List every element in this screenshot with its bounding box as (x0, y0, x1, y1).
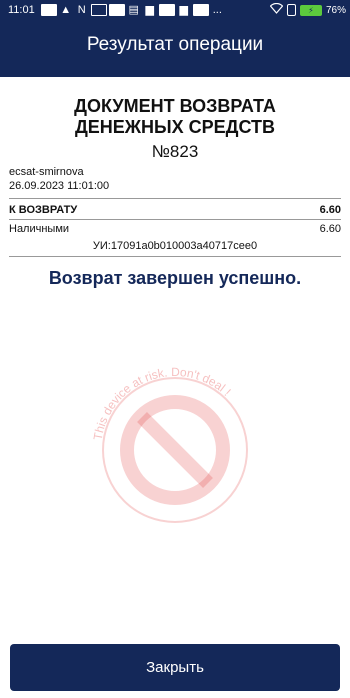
page-title: Результат операции (86, 34, 264, 55)
document-title-line-2: ДЕНЕЖНЫХ СРЕДСТВ (74, 117, 276, 137)
status-time: 11:01 (8, 4, 35, 16)
sim-icon (286, 4, 296, 16)
app-header: Результат операции (0, 20, 350, 77)
document-title: ДОКУМЕНТ ВОЗВРАТА ДЕНЕЖНЫХ СРЕДСТВ (0, 96, 350, 138)
message-icon (90, 4, 107, 16)
status-more: ... (212, 4, 222, 16)
refund-total-label: К ВОЗВРАТУ (9, 204, 78, 216)
risk-watermark: This device at risk. Don't deal ! (91, 365, 248, 523)
nfc-icon: N (77, 4, 86, 16)
payment-method-row: Наличными 6.60 (9, 223, 341, 235)
refund-total-value: 6.60 (319, 204, 341, 216)
image-icon: ▲ (60, 4, 72, 16)
notification-icon (192, 4, 209, 16)
document-uid: УИ:17091a0b010003a40717cee0 (92, 240, 258, 252)
printer-icon: ▆ (145, 4, 154, 16)
battery-icon: ⚡ (299, 4, 322, 16)
close-button[interactable]: Закрыть (10, 644, 340, 691)
document-datetime: 26.09.2023 11:01:00 (9, 180, 110, 192)
document-meta: ecsat-smirnova 26.09.2023 11:01:00 (9, 165, 109, 193)
notification-icon (108, 4, 125, 16)
payment-method-value: 6.60 (319, 223, 341, 235)
card-icon: ▤ (128, 4, 139, 16)
battery-percent: 76% (325, 4, 346, 16)
divider (9, 256, 341, 257)
result-message: Возврат завершен успешно. (48, 268, 302, 288)
wifi-icon (269, 2, 284, 17)
notification-icon (40, 4, 57, 16)
payment-method-label: Наличными (9, 223, 70, 235)
screen: 11:01 ▲ N ▤ ▆ ▆ ... ⚡ 76% Результат опер… (0, 0, 350, 698)
refund-total-row: К ВОЗВРАТУ 6.60 (9, 204, 341, 216)
status-bar: 11:01 ▲ N ▤ ▆ ▆ ... ⚡ 76% (0, 0, 350, 20)
divider (9, 219, 341, 220)
operator-name: ecsat-smirnova (9, 166, 84, 178)
document-title-line-1: ДОКУМЕНТ ВОЗВРАТА (74, 96, 276, 116)
notification-icon (158, 4, 175, 16)
status-right: ⚡ 76% (269, 2, 346, 17)
document-number: №823 (151, 142, 199, 161)
printer-icon: ▆ (179, 4, 188, 16)
divider (9, 198, 341, 199)
